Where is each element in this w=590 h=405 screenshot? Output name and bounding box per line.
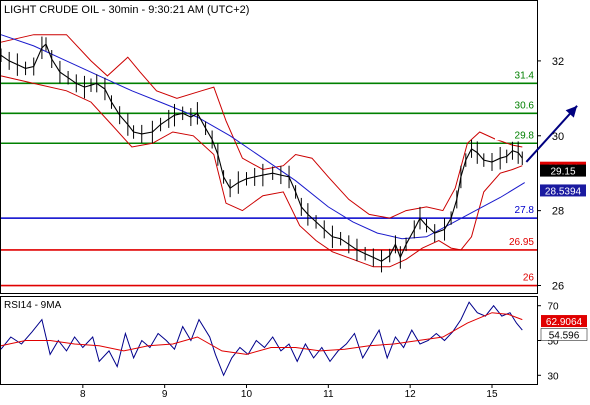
rsi-panel: 305070 62.906454.596 RSI14 - 9MA — [0, 296, 588, 385]
x-tick-label-5: 15 — [486, 389, 498, 400]
level-label-4: 26.95 — [509, 237, 534, 248]
x-tick-label-2: 10 — [241, 389, 253, 400]
rsi-tick-label-2: 70 — [547, 302, 559, 313]
x-tick-label-1: 9 — [162, 389, 168, 400]
price-tag-1: 29.15 — [550, 167, 575, 178]
x-tick-label-0: 8 — [80, 389, 86, 400]
level-label-0: 31.4 — [515, 70, 535, 81]
rsi-tick-label-0: 30 — [547, 371, 559, 382]
rsi-tag-0: 62.9064 — [546, 317, 583, 328]
chart-root: 31.430.629.827.826.9526 26283032 29.1742… — [0, 0, 590, 400]
y-tick-label-2: 30 — [552, 131, 564, 143]
chart-title: LIGHT CRUDE OIL - 30min - 9:30:21 AM (UT… — [4, 4, 249, 16]
level-label-3: 27.8 — [515, 205, 535, 216]
chart-svg: 31.430.629.827.826.9526 26283032 29.1742… — [0, 0, 590, 400]
x-tick-label-4: 12 — [405, 389, 417, 400]
rsi-value-tags: 62.9064 54.596 — [540, 315, 588, 342]
level-label-1: 30.6 — [515, 100, 535, 111]
y-tick-label-3: 32 — [552, 56, 564, 68]
rsi-tag-1: 54.596 — [549, 331, 580, 342]
rsi-title: RSI14 - 9MA — [4, 300, 62, 311]
price-tag-2: 28.5394 — [545, 186, 582, 197]
level-label-2: 29.8 — [515, 130, 535, 141]
y-tick-label-1: 28 — [552, 206, 564, 218]
level-label-5: 26 — [523, 273, 535, 284]
x-tick-label-3: 11 — [323, 389, 334, 400]
price-panel: 31.430.629.827.826.9526 26283032 29.1742… — [0, 0, 586, 294]
y-tick-label-0: 26 — [552, 281, 564, 293]
